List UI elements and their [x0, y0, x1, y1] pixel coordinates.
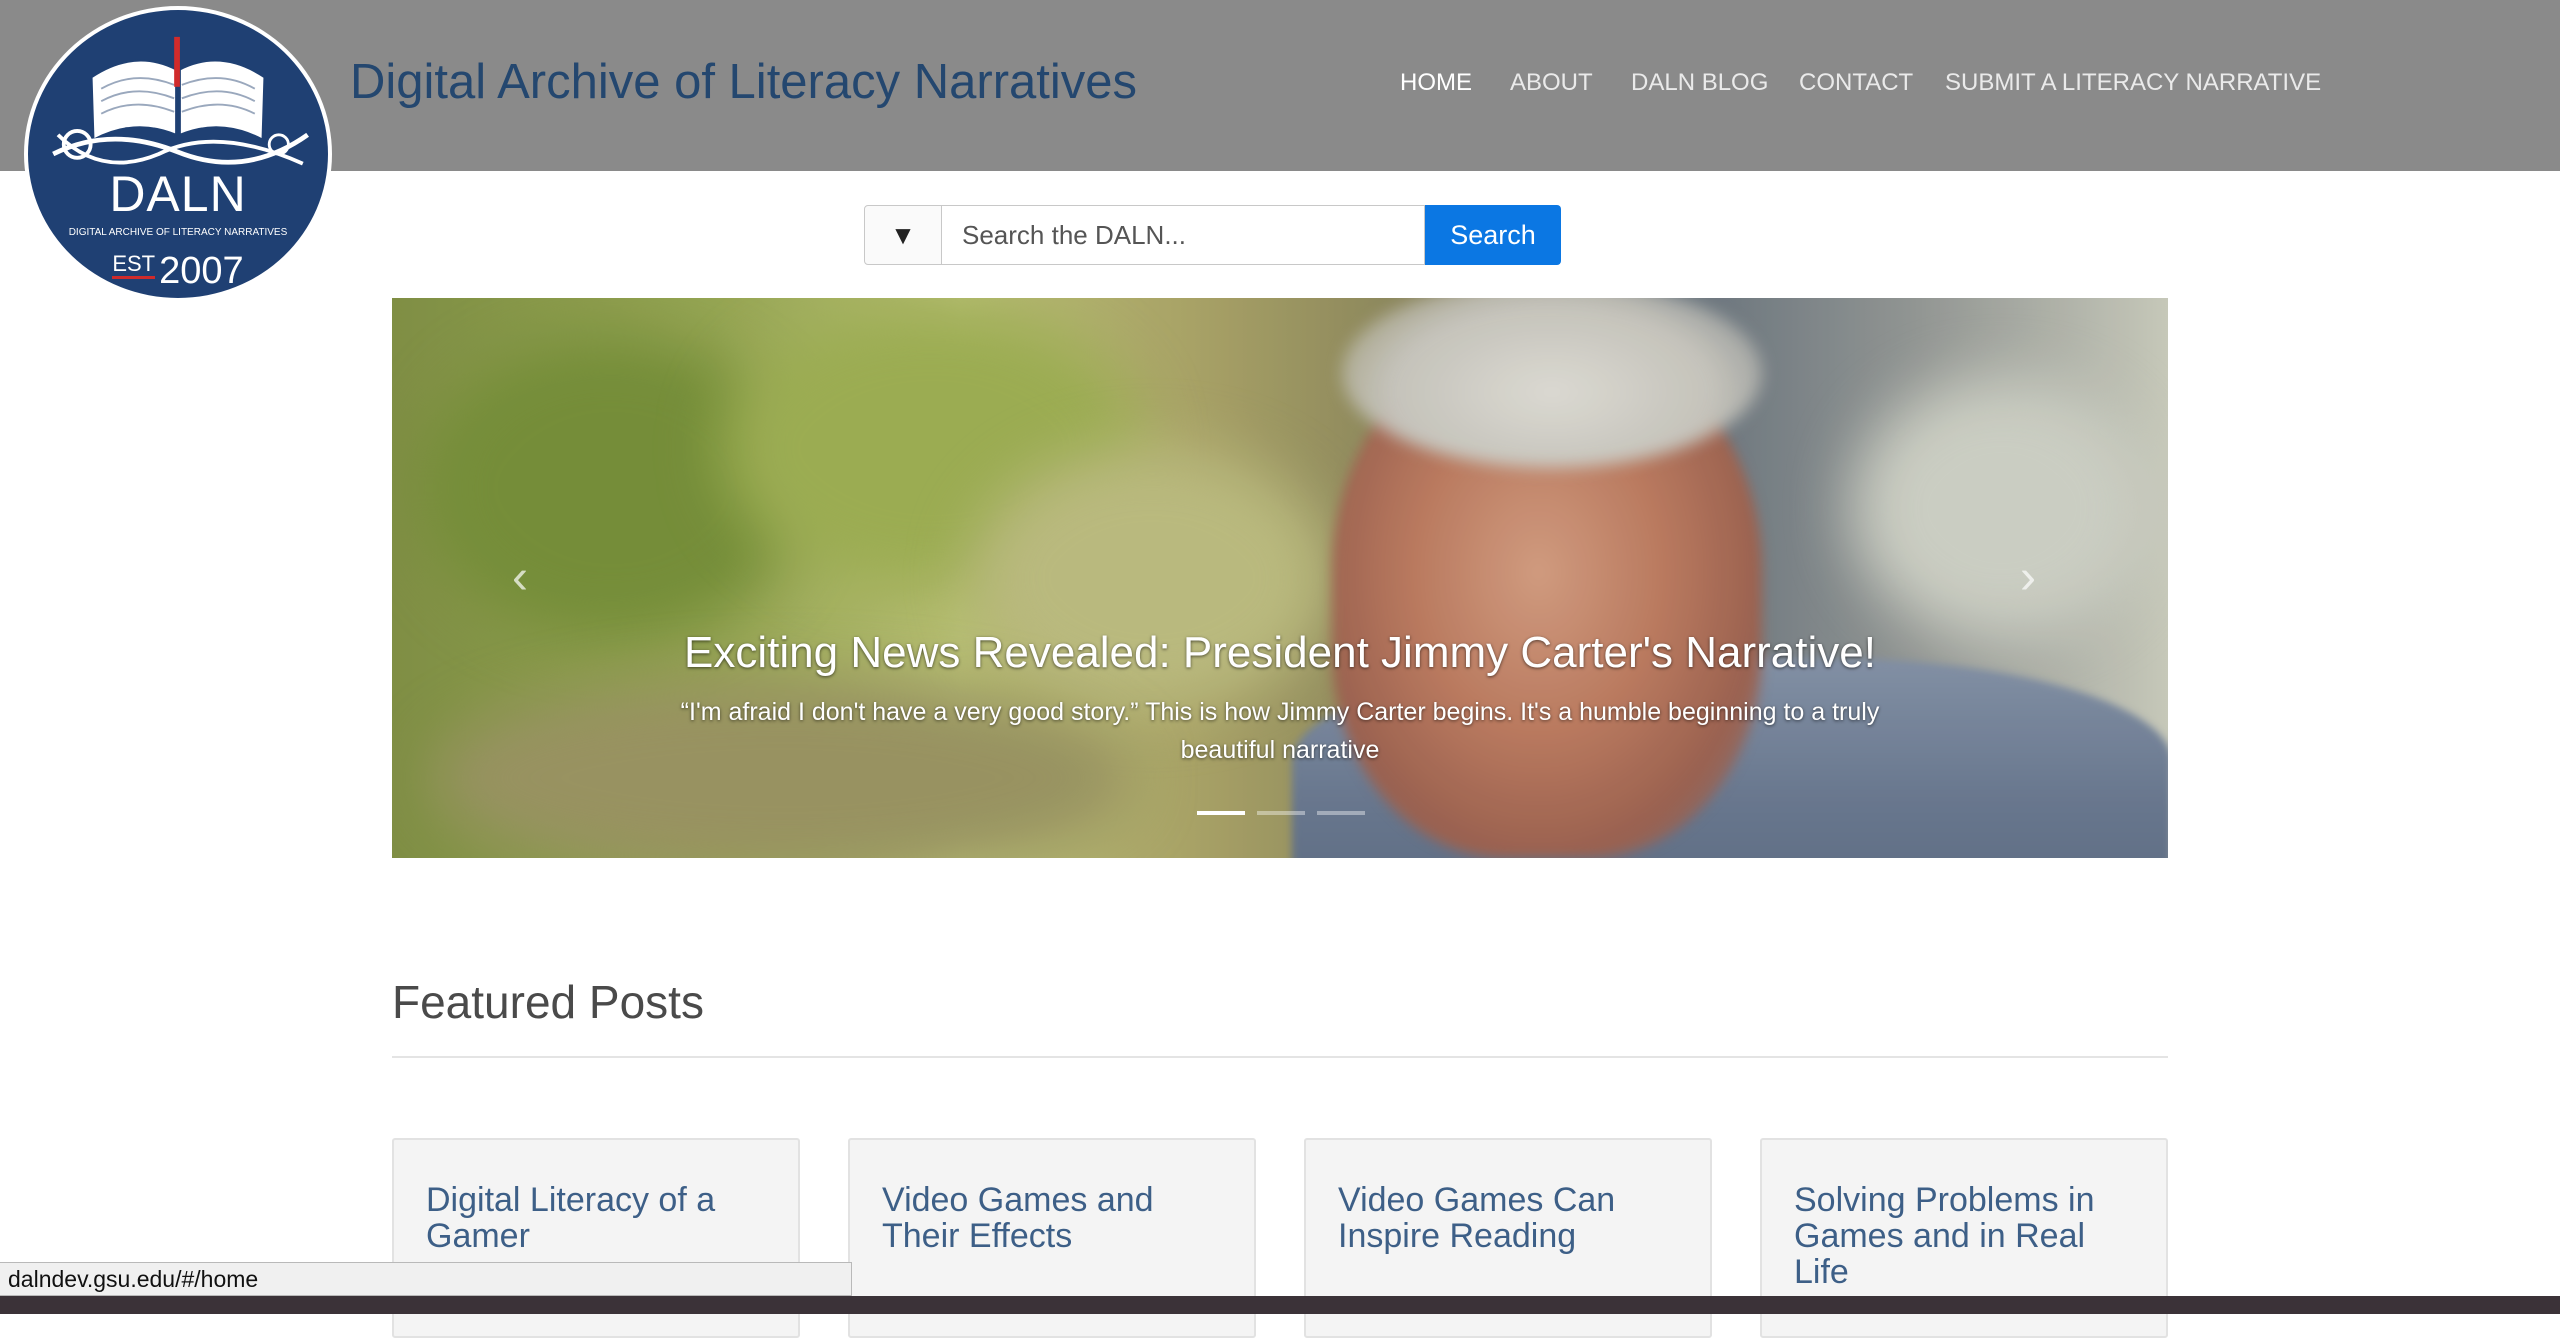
featured-posts-heading: Featured Posts [392, 976, 704, 1028]
featured-post-title[interactable]: Solving Problems in Games and in Real Li… [1794, 1182, 2144, 1290]
nav-home-link[interactable]: HOME [1400, 64, 1472, 102]
carousel-indicator[interactable] [1257, 811, 1305, 815]
logo-established: EST 2007 [28, 242, 328, 298]
carousel-prev-icon[interactable]: ‹ [500, 553, 540, 603]
search-input[interactable] [942, 205, 1425, 265]
nav-about-link[interactable]: ABOUT [1510, 64, 1593, 102]
nav-submit-narrative-link[interactable]: SUBMIT A LITERACY NARRATIVE [1945, 64, 2321, 102]
carousel-caption: Exciting News Revealed: President Jimmy … [662, 623, 1898, 769]
site-title[interactable]: Digital Archive of Literacy Narratives [350, 50, 1137, 114]
logo-subtitle: DIGITAL ARCHIVE OF LITERACY NARRATIVES [68, 227, 288, 238]
featured-post-title[interactable]: Video Games and Their Effects [882, 1182, 1232, 1254]
logo-est-year: 2007 [159, 250, 244, 292]
daln-logo[interactable]: DALN DIGITAL ARCHIVE OF LITERACY NARRATI… [24, 6, 332, 302]
carousel-caption-title[interactable]: Exciting News Revealed: President Jimmy … [662, 623, 1898, 683]
carousel-indicators [1197, 811, 1367, 817]
featured-post-title[interactable]: Digital Literacy of a Gamer [426, 1182, 776, 1254]
logo-est-label: EST [112, 251, 156, 279]
logo-wordmark: DALN [109, 166, 247, 222]
search-bar: ▼ Search [864, 205, 1696, 265]
carousel-caption-text: “I'm afraid I don't have a very good sto… [680, 698, 1880, 764]
nav-blog-link[interactable]: DALN BLOG [1631, 64, 1768, 102]
nav-contact-link[interactable]: CONTACT [1799, 64, 1913, 102]
featured-post-title[interactable]: Video Games Can Inspire Reading [1338, 1182, 1688, 1254]
carousel-indicator[interactable] [1317, 811, 1365, 815]
hero-carousel[interactable]: ‹ › Exciting News Revealed: President Ji… [392, 298, 2168, 858]
carousel-next-icon[interactable]: › [2008, 553, 2048, 603]
carousel-indicator[interactable] [1197, 811, 1245, 815]
browser-status-url: dalndev.gsu.edu/#/home [0, 1262, 852, 1296]
search-button[interactable]: Search [1425, 205, 1561, 265]
featured-divider [392, 1056, 2168, 1058]
os-dock [0, 1296, 2560, 1314]
search-options-dropdown[interactable]: ▼ [864, 205, 942, 265]
